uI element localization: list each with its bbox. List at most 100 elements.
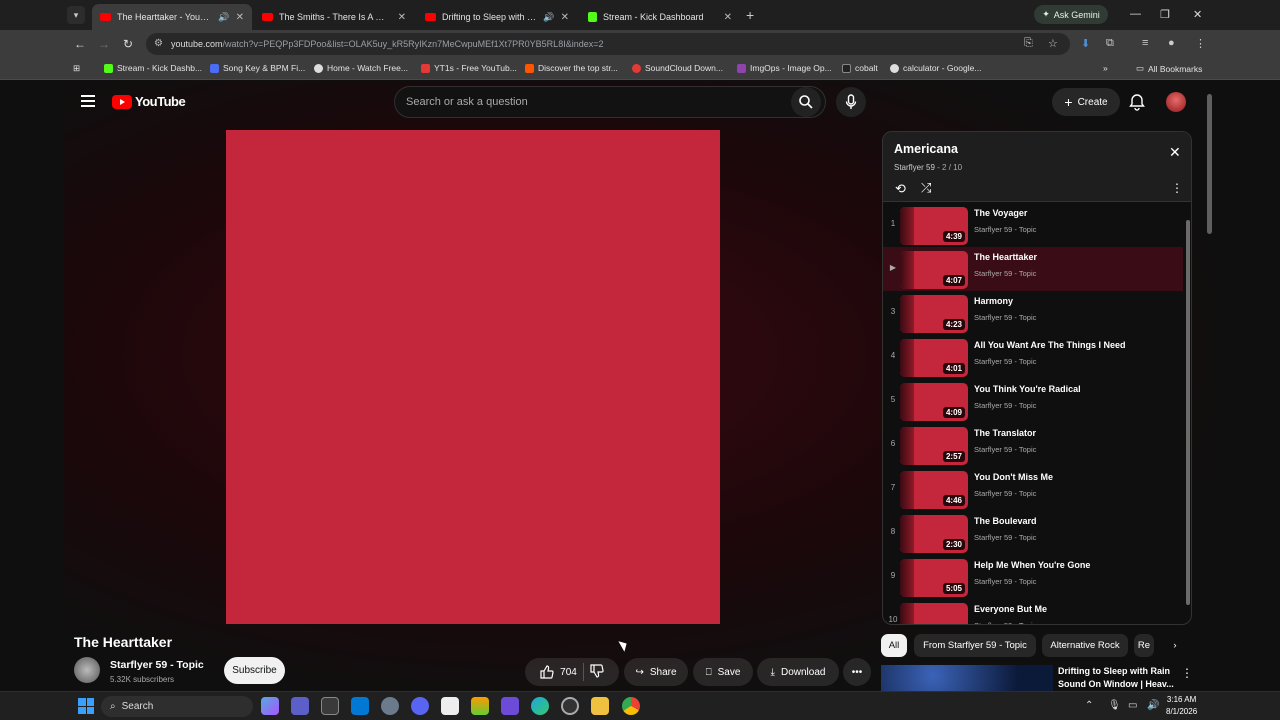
mic-tray-icon[interactable]: 🎙 bbox=[1108, 700, 1121, 711]
speaker-icon[interactable]: 🔊 bbox=[218, 12, 229, 23]
settings-icon[interactable] bbox=[381, 697, 399, 715]
notifications-button[interactable] bbox=[1129, 93, 1145, 116]
taskbar-search[interactable]: ⌕ Search bbox=[101, 696, 253, 717]
playlist-item-thumbnail[interactable]: 4:23 bbox=[900, 295, 968, 333]
close-tab-icon[interactable]: ✕ bbox=[392, 12, 406, 23]
playlist-item-thumbnail[interactable] bbox=[900, 603, 968, 624]
channel-avatar[interactable] bbox=[74, 657, 100, 683]
discord-icon[interactable] bbox=[411, 697, 429, 715]
bookmark-2[interactable]: Song Key & BPM Fi... bbox=[210, 63, 305, 73]
playlist-item-thumbnail[interactable]: 4:07 bbox=[900, 251, 968, 289]
playlist-item[interactable]: 7 4:46 You Don't Miss Me Starflyer 59 - Top… bbox=[883, 467, 1183, 511]
bookmark-8[interactable]: cobalt bbox=[842, 63, 878, 73]
close-tab-icon[interactable]: ✕ bbox=[555, 12, 569, 23]
scrollbar-thumb[interactable] bbox=[1186, 220, 1190, 605]
file-explorer-icon[interactable] bbox=[591, 697, 609, 715]
playlist-item[interactable]: 6 2:57 The Translator Starflyer 59 - Topic bbox=[883, 423, 1183, 467]
teams-icon[interactable] bbox=[291, 697, 309, 715]
playlist-item[interactable]: 1 4:39 The Voyager Starflyer 59 - Topic bbox=[883, 203, 1183, 247]
bookmark-4[interactable]: YT1s - Free YouTub... bbox=[421, 63, 517, 73]
close-tab-icon[interactable]: ✕ bbox=[230, 12, 244, 23]
notepad-icon[interactable] bbox=[441, 697, 459, 715]
chip-all[interactable]: All bbox=[881, 634, 907, 657]
minimize-button[interactable]: — bbox=[1130, 8, 1141, 20]
scrollbar-thumb[interactable] bbox=[1207, 94, 1212, 234]
maximize-button[interactable]: ❐ bbox=[1160, 8, 1170, 21]
voice-search-button[interactable] bbox=[836, 87, 866, 117]
bookmark-9[interactable]: calculator - Google... bbox=[890, 63, 981, 73]
playlist-item[interactable]: 4 4:01 All You Want Are The Things I Need S… bbox=[883, 335, 1183, 379]
back-button[interactable]: ← bbox=[74, 37, 86, 51]
bookmark-7[interactable]: ImgOps - Image Op... bbox=[737, 63, 832, 73]
obs-icon[interactable] bbox=[561, 697, 579, 715]
more-actions-button[interactable]: ••• bbox=[843, 658, 871, 686]
copilot-icon[interactable] bbox=[261, 697, 279, 715]
all-bookmarks-button[interactable]: ▭ All Bookmarks bbox=[1136, 63, 1202, 74]
playlist-channel[interactable]: Starflyer 59 bbox=[894, 163, 935, 172]
channel-name[interactable]: Starflyer 59 - Topic bbox=[110, 659, 204, 671]
new-tab-button[interactable]: + bbox=[746, 7, 754, 23]
bookmark-1[interactable]: Stream - Kick Dashb... bbox=[104, 63, 202, 73]
volume-icon[interactable]: 🔊 bbox=[1147, 700, 1159, 711]
playlist-item[interactable]: 8 2:30 The Boulevard Starflyer 59 - Topic bbox=[883, 511, 1183, 555]
playlist-item[interactable]: 3 4:23 Harmony Starflyer 59 - Topic bbox=[883, 291, 1183, 335]
share-button[interactable]: ↪ Share bbox=[624, 658, 688, 686]
chip-partial[interactable]: Re bbox=[1134, 634, 1154, 657]
ask-gemini-button[interactable]: ✦ Ask Gemini bbox=[1034, 5, 1108, 24]
more-bookmarks-icon[interactable]: » bbox=[1103, 63, 1108, 73]
windows-start-icon[interactable] bbox=[78, 698, 94, 714]
browser-tab-1[interactable]: The Hearttaker - YouTube 🔊 ✕ bbox=[92, 4, 252, 30]
edge-icon[interactable] bbox=[531, 697, 549, 715]
playlist-item-thumbnail[interactable]: 5:05 bbox=[900, 559, 968, 597]
playlist-item-thumbnail[interactable]: 4:39 bbox=[900, 207, 968, 245]
search-button[interactable] bbox=[791, 87, 821, 117]
playlist-item[interactable]: 9 5:05 Help Me When You're Gone Starflyer 5… bbox=[883, 555, 1183, 599]
media-control-icon[interactable]: ≡ bbox=[1142, 37, 1148, 49]
browser-tab-2[interactable]: The Smiths - There Is A Light Th ✕ bbox=[254, 4, 414, 30]
recommendation-more-icon[interactable]: ⋮ bbox=[1181, 666, 1193, 680]
tray-overflow-icon[interactable]: ⌃ bbox=[1085, 700, 1093, 711]
close-window-button[interactable]: ✕ bbox=[1193, 8, 1202, 21]
chip-alternative-rock[interactable]: Alternative Rock bbox=[1042, 634, 1128, 657]
save-button[interactable]: ⎕ Save bbox=[693, 658, 753, 686]
store-icon[interactable] bbox=[321, 697, 339, 715]
more-vertical-icon[interactable]: ⋮ bbox=[1171, 181, 1183, 195]
playlist-item[interactable]: 5 4:09 You Think You're Radical Starflyer 5… bbox=[883, 379, 1183, 423]
browser-tab-4[interactable]: Stream - Kick Dashboard ✕ bbox=[580, 4, 740, 30]
page-scrollbar[interactable] bbox=[1204, 86, 1214, 686]
site-info-icon[interactable]: ⚙ bbox=[154, 38, 163, 49]
chips-next-icon[interactable]: › bbox=[1164, 634, 1186, 657]
playlist-item-thumbnail[interactable]: 4:46 bbox=[900, 471, 968, 509]
recommendation-thumbnail[interactable] bbox=[881, 665, 1053, 691]
network-icon[interactable]: ▭ bbox=[1128, 700, 1137, 711]
browser-tab-3[interactable]: Drifting to Sleep with Rain 🔊 ✕ bbox=[417, 4, 577, 30]
account-avatar[interactable] bbox=[1166, 92, 1186, 112]
forward-button[interactable]: → bbox=[98, 37, 110, 51]
loop-icon[interactable]: ⟲ bbox=[895, 181, 906, 197]
bookmark-star-icon[interactable]: ☆ bbox=[1048, 37, 1058, 50]
dislike-button[interactable] bbox=[590, 663, 604, 681]
chip-from-channel[interactable]: From Starflyer 59 - Topic bbox=[914, 634, 1036, 657]
playlist-scrollbar[interactable] bbox=[1185, 210, 1191, 620]
media-player-icon[interactable] bbox=[501, 697, 519, 715]
playlist-item-thumbnail[interactable]: 4:01 bbox=[900, 339, 968, 377]
search-input[interactable]: Search or ask a question bbox=[394, 86, 826, 118]
bookmark-5[interactable]: Discover the top str... bbox=[525, 63, 618, 73]
close-tab-icon[interactable]: ✕ bbox=[718, 12, 732, 23]
chrome-icon[interactable] bbox=[622, 697, 640, 715]
close-icon[interactable]: ✕ bbox=[1169, 144, 1181, 161]
youtube-logo[interactable]: YouTube bbox=[112, 94, 186, 109]
bookmark-3[interactable]: Home - Watch Free... bbox=[314, 63, 408, 73]
extensions-icon[interactable]: ⧉ bbox=[1106, 37, 1114, 50]
fl-studio-icon[interactable] bbox=[471, 697, 489, 715]
playlist-item-thumbnail[interactable]: 4:09 bbox=[900, 383, 968, 421]
menu-icon[interactable] bbox=[81, 95, 95, 107]
tab-search-button[interactable]: ▾ bbox=[67, 6, 85, 24]
download-button[interactable]: ⤓ Download bbox=[757, 658, 839, 686]
mail-icon[interactable] bbox=[351, 697, 369, 715]
shuffle-icon[interactable]: ⤮ bbox=[921, 180, 931, 196]
create-button[interactable]: + Create bbox=[1052, 88, 1120, 116]
playlist-item[interactable]: 10 Everyone But Me Starflyer 59 - Topic bbox=[883, 599, 1183, 624]
playlist-item[interactable]: ▶ 4:07 The Hearttaker Starflyer 59 - Topic bbox=[883, 247, 1183, 291]
bookmark-6[interactable]: SoundCloud Down... bbox=[632, 63, 723, 73]
